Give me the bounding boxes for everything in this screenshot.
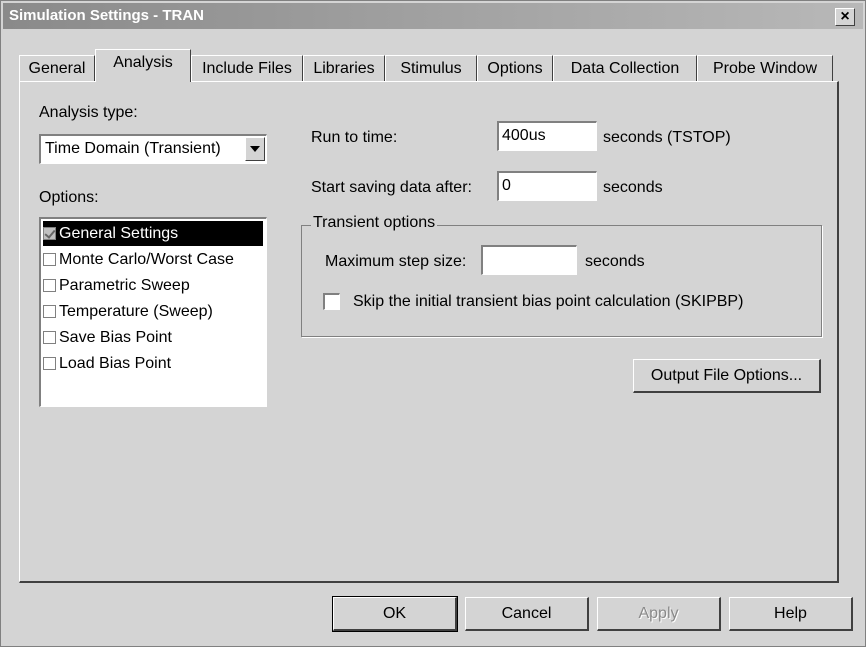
help-button[interactable]: Help bbox=[729, 597, 853, 631]
run-to-time-label: Run to time: bbox=[311, 129, 398, 146]
cancel-button[interactable]: Cancel bbox=[465, 597, 589, 631]
tab-general[interactable]: General bbox=[19, 55, 95, 81]
tab-label: General bbox=[28, 60, 86, 77]
skip-bias-label: Skip the initial transient bias point ca… bbox=[353, 293, 744, 310]
run-to-time-unit: seconds (TSTOP) bbox=[603, 129, 731, 146]
tab-libraries[interactable]: Libraries bbox=[303, 55, 385, 81]
checkbox-icon[interactable] bbox=[43, 253, 56, 266]
start-saving-input[interactable]: 0 bbox=[497, 171, 597, 201]
options-label: Options: bbox=[39, 189, 99, 206]
analysis-type-select[interactable]: Time Domain (Transient) bbox=[39, 134, 267, 164]
list-item-label: General Settings bbox=[59, 225, 179, 242]
transient-options-group bbox=[301, 225, 822, 337]
list-item-label: Load Bias Point bbox=[59, 355, 172, 372]
simulation-settings-dialog: Simulation Settings - TRAN × General Ana… bbox=[0, 0, 866, 647]
title-bar: Simulation Settings - TRAN × bbox=[3, 3, 863, 29]
list-item-general-settings[interactable]: General Settings bbox=[43, 221, 263, 246]
button-label: OK bbox=[382, 605, 407, 622]
checkbox-icon[interactable] bbox=[43, 331, 56, 344]
run-to-time-input[interactable]: 400us bbox=[497, 121, 597, 151]
tab-label: Libraries bbox=[313, 60, 375, 77]
button-label: Output File Options... bbox=[650, 367, 803, 384]
tab-label: Probe Window bbox=[712, 60, 818, 77]
tab-probe-window[interactable]: Probe Window bbox=[697, 55, 833, 81]
tab-include-files[interactable]: Include Files bbox=[191, 55, 303, 81]
checkbox-icon[interactable] bbox=[43, 279, 56, 292]
close-button[interactable]: × bbox=[835, 8, 855, 26]
list-item-label: Monte Carlo/Worst Case bbox=[59, 251, 234, 268]
checkbox-icon[interactable] bbox=[43, 227, 56, 240]
button-label: Help bbox=[774, 605, 807, 622]
output-file-options-button[interactable]: Output File Options... bbox=[633, 359, 821, 393]
ok-button[interactable]: OK bbox=[332, 596, 458, 632]
tab-data-collection[interactable]: Data Collection bbox=[553, 55, 697, 81]
chevron-down-icon[interactable] bbox=[245, 137, 265, 161]
window-title: Simulation Settings - TRAN bbox=[9, 7, 204, 24]
list-item-monte-carlo[interactable]: Monte Carlo/Worst Case bbox=[43, 247, 263, 272]
tab-options[interactable]: Options bbox=[477, 55, 553, 81]
transient-options-title: Transient options bbox=[311, 214, 438, 232]
tab-label: Stimulus bbox=[400, 60, 462, 77]
tab-stimulus[interactable]: Stimulus bbox=[385, 55, 477, 81]
skip-bias-checkbox[interactable] bbox=[323, 293, 340, 310]
apply-button[interactable]: Apply bbox=[597, 597, 721, 631]
start-saving-label: Start saving data after: bbox=[311, 179, 472, 196]
list-item-label: Parametric Sweep bbox=[59, 277, 190, 294]
analysis-type-label: Analysis type: bbox=[39, 104, 138, 121]
close-icon: × bbox=[840, 8, 850, 25]
max-step-unit: seconds bbox=[585, 253, 645, 270]
start-saving-unit: seconds bbox=[603, 179, 663, 196]
tab-label: Analysis bbox=[113, 54, 173, 71]
tab-analysis[interactable]: Analysis bbox=[95, 49, 191, 82]
checkbox-icon[interactable] bbox=[43, 305, 56, 318]
list-item-save-bias-point[interactable]: Save Bias Point bbox=[43, 325, 263, 350]
tab-label: Include Files bbox=[202, 60, 292, 77]
checkbox-icon[interactable] bbox=[43, 357, 56, 370]
tab-label: Data Collection bbox=[570, 60, 680, 77]
max-step-input[interactable] bbox=[481, 245, 577, 275]
button-label: Apply bbox=[638, 605, 679, 622]
list-item-parametric-sweep[interactable]: Parametric Sweep bbox=[43, 273, 263, 298]
list-item-label: Save Bias Point bbox=[59, 329, 172, 346]
tab-label: Options bbox=[487, 60, 543, 77]
button-label: Cancel bbox=[501, 605, 552, 622]
options-listbox[interactable]: General Settings Monte Carlo/Worst Case … bbox=[39, 217, 267, 407]
list-item-label: Temperature (Sweep) bbox=[59, 303, 213, 320]
list-item-temperature-sweep[interactable]: Temperature (Sweep) bbox=[43, 299, 263, 324]
list-item-load-bias-point[interactable]: Load Bias Point bbox=[43, 351, 263, 376]
analysis-type-value: Time Domain (Transient) bbox=[45, 140, 221, 157]
max-step-label: Maximum step size: bbox=[325, 253, 467, 270]
